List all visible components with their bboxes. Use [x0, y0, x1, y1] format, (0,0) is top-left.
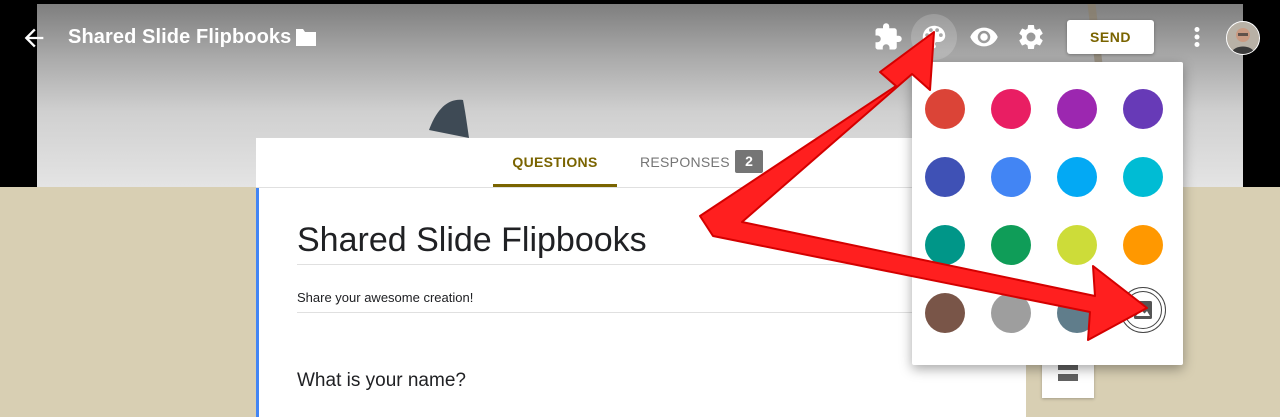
tab-responses[interactable]: RESPONSES 2: [630, 138, 770, 187]
theme-color-swatch[interactable]: [991, 225, 1031, 265]
palette-icon: [922, 25, 946, 49]
gear-icon[interactable]: [1016, 22, 1046, 52]
theme-color-swatch[interactable]: [1123, 225, 1163, 265]
theme-color-swatch[interactable]: [991, 157, 1031, 197]
eye-icon[interactable]: [969, 22, 999, 52]
theme-color-swatch[interactable]: [925, 89, 965, 129]
avatar[interactable]: [1226, 21, 1260, 55]
choose-image-button[interactable]: [1120, 287, 1166, 333]
card-focus-accent: [256, 188, 259, 417]
description-underline: [297, 312, 937, 313]
user-avatar-image: [1227, 22, 1259, 54]
top-strip: [0, 0, 1280, 4]
question-title[interactable]: What is your name?: [297, 370, 466, 392]
palette-button[interactable]: [911, 14, 957, 60]
back-arrow-icon[interactable]: [20, 24, 48, 52]
form-description[interactable]: Share your awesome creation!: [297, 290, 473, 305]
image-icon: [1134, 301, 1152, 319]
theme-options-popup: [912, 62, 1183, 365]
more-vert-icon[interactable]: [1182, 22, 1212, 52]
addon-puzzle-icon[interactable]: [873, 22, 903, 52]
theme-color-swatch[interactable]: [925, 157, 965, 197]
tab-questions-label: QUESTIONS: [512, 154, 598, 170]
theme-color-swatch[interactable]: [1123, 89, 1163, 129]
theme-color-swatch[interactable]: [1057, 225, 1097, 265]
theme-color-swatch[interactable]: [991, 293, 1031, 333]
responses-count-badge: 2: [735, 150, 763, 173]
tab-responses-label: RESPONSES: [640, 154, 730, 170]
form-title[interactable]: Shared Slide Flipbooks: [297, 221, 647, 260]
theme-color-swatch[interactable]: [1057, 293, 1097, 333]
theme-color-swatch[interactable]: [925, 225, 965, 265]
theme-color-swatch[interactable]: [1123, 157, 1163, 197]
title-underline: [297, 264, 937, 265]
folder-icon[interactable]: [294, 26, 318, 48]
theme-color-swatch[interactable]: [925, 293, 965, 333]
send-button[interactable]: SEND: [1067, 20, 1154, 54]
tab-questions[interactable]: QUESTIONS: [493, 138, 617, 187]
theme-color-swatch[interactable]: [1057, 157, 1097, 197]
choose-image-ring: [1124, 291, 1162, 329]
app-title: Shared Slide Flipbooks: [68, 26, 292, 48]
active-tab-indicator: [493, 184, 617, 187]
theme-color-swatch[interactable]: [1057, 89, 1097, 129]
theme-color-swatch[interactable]: [991, 89, 1031, 129]
